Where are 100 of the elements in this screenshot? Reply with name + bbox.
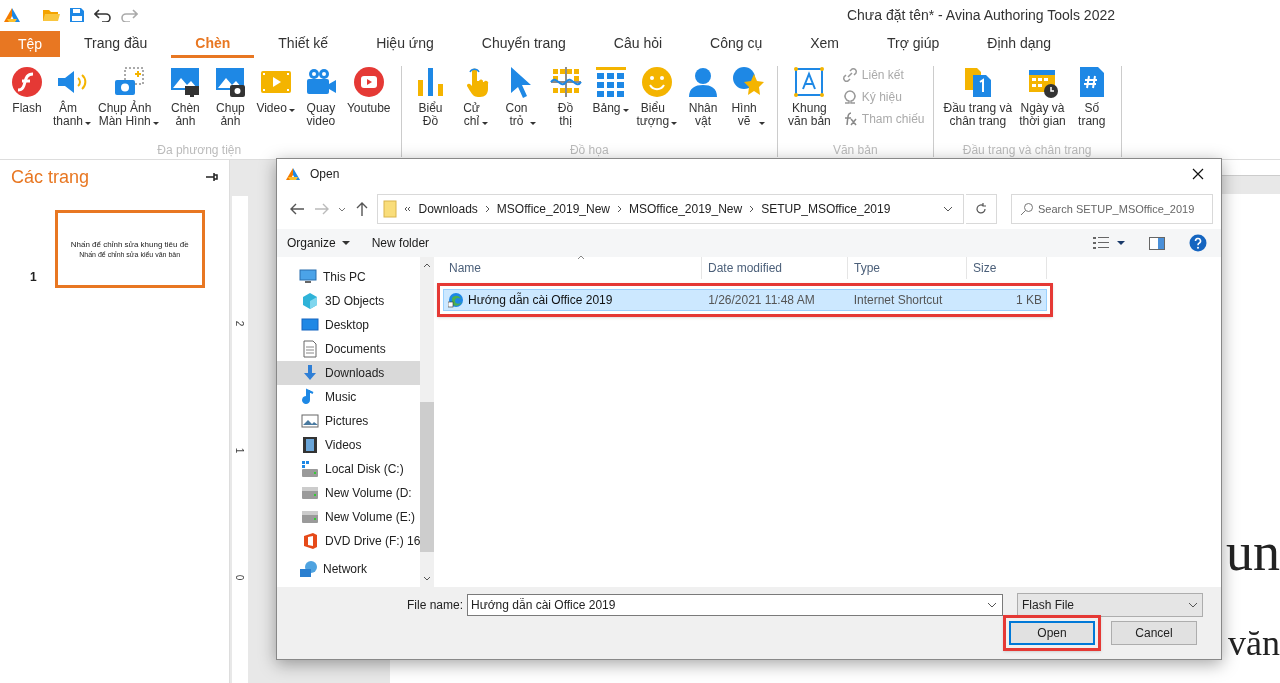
nav-item[interactable]: Downloads <box>277 361 421 385</box>
ribbon-button[interactable]: Cử chỉ <box>454 66 497 128</box>
address-bar[interactable]: Downloads MSOffice_2019_New MSOffice_2019_New SETUP_MSOffice_2019 <box>377 194 965 224</box>
ribbon-button[interactable]: Chụp Ảnh Màn Hình <box>96 66 162 128</box>
nav-item[interactable]: Documents <box>277 337 421 361</box>
nav-item[interactable]: DVD Drive (F:) 16 <box>277 529 421 553</box>
ribbon-tab[interactable]: Câu hỏi <box>589 31 687 58</box>
ribbon-button[interactable]: Flash <box>6 66 48 115</box>
column-header[interactable]: Size <box>967 257 1047 279</box>
ribbon-tab[interactable]: Xem <box>786 31 864 58</box>
ribbon-button[interactable]: Âm thanh <box>51 66 94 128</box>
ribbon-button[interactable]: Ngày và thời gian <box>1017 66 1068 128</box>
ribbon-tab[interactable]: Hiệu ứng <box>352 31 458 58</box>
scrollbar[interactable] <box>420 257 435 587</box>
drive-icon <box>301 484 319 502</box>
column-header[interactable]: Name <box>443 257 702 279</box>
ribbon-tab[interactable]: Chuyển trang <box>457 31 590 58</box>
nav-item[interactable]: Videos <box>277 433 421 457</box>
ribbon-button[interactable]: Video <box>254 66 297 115</box>
ribbon-button[interactable]: Số trang <box>1070 66 1113 128</box>
monitor-icon <box>299 268 317 286</box>
group-label: Đồ họa <box>568 142 610 157</box>
folder-icon <box>383 200 398 218</box>
ribbon-button[interactable]: Biểu tượng <box>634 66 680 128</box>
toolbar-button[interactable]: Organize <box>287 234 350 252</box>
ribbon-tab[interactable]: Trợ giúp <box>863 31 964 58</box>
help-icon <box>1189 234 1207 252</box>
scroll-down-icon[interactable] <box>423 576 432 581</box>
nav-item[interactable]: Desktop <box>277 313 421 337</box>
ribbon-button[interactable]: Quay video <box>299 66 342 128</box>
slide-number: 1 <box>30 269 37 286</box>
document-icon <box>301 340 319 358</box>
breadcrumb-item[interactable]: MSOffice_2019_New <box>629 200 743 218</box>
ribbon-button[interactable]: Con trỏ <box>499 66 542 128</box>
nav-item[interactable]: This PC <box>277 265 421 289</box>
ribbon-button[interactable]: Khung văn bản <box>786 66 833 128</box>
landscape-icon <box>301 412 319 430</box>
file-row[interactable]: Hướng dẫn cài Office 2019 1/26/2021 11:48 AM Internet Shortcut 1 KB <box>437 283 1053 317</box>
ribbon-button[interactable]: Nhân vật <box>682 66 725 128</box>
sort-caret-icon <box>577 255 585 259</box>
table-grid-icon <box>594 66 627 98</box>
list-view-icon <box>1093 237 1109 249</box>
file-type-dropdown[interactable]: Flash File <box>1017 593 1203 617</box>
pin-icon <box>206 173 218 181</box>
ribbon-tab[interactable]: Thiết kế <box>254 31 353 58</box>
ribbon-tab[interactable]: Công cụ <box>686 31 787 58</box>
column-header[interactable]: Type <box>848 257 967 279</box>
camera-selection-icon <box>112 66 145 98</box>
forward-arrow-icon <box>314 203 329 215</box>
scroll-up-icon[interactable] <box>423 263 432 268</box>
ribbon-button[interactable]: Đồ thị <box>544 66 587 128</box>
back-arrow-icon <box>289 203 304 215</box>
ribbon-button[interactable]: Chèn ảnh <box>164 66 207 128</box>
nav-item[interactable]: Pictures <box>277 409 421 433</box>
ribbon-button[interactable]: Đầu trang và chân trang <box>941 66 1015 128</box>
dialog-button[interactable]: Cancel <box>1111 621 1197 645</box>
nav-item[interactable]: 3D Objects <box>277 289 421 313</box>
smiley-icon <box>640 66 673 98</box>
group-label: Đầu trang và chân trang <box>961 142 1093 157</box>
chevron-right-icon <box>484 205 490 213</box>
ribbon-button[interactable]: Hình vẽ <box>727 66 770 128</box>
breadcrumb-item[interactable]: Downloads <box>418 200 478 218</box>
graph-icon <box>549 66 582 98</box>
ribbon-tab[interactable]: Định dạng <box>963 31 1076 58</box>
chevron-down-icon <box>337 206 346 212</box>
refresh-icon <box>975 203 988 215</box>
column-header[interactable]: Date modified <box>702 257 848 279</box>
window-title: Chưa đặt tên* - Avina Authoring Tools 2022 <box>846 5 1115 25</box>
search-field[interactable]: Search SETUP_MSOffice_2019 <box>1011 194 1213 224</box>
ribbon-tab[interactable]: Trang đầu <box>60 31 172 58</box>
toolbar-button[interactable]: New folder <box>371 234 430 252</box>
file-name-field[interactable]: Hướng dẫn cài Office 2019 <box>467 594 1004 616</box>
ruler-number: 0 <box>233 574 247 581</box>
dialog-button[interactable]: Open <box>1009 621 1095 645</box>
view-options-button[interactable] <box>1093 237 1125 249</box>
shapes-icon <box>732 66 765 98</box>
ribbon-button[interactable]: Chụp ảnh <box>209 66 252 128</box>
dropdown-chevron-icon[interactable] <box>987 602 998 608</box>
help-button[interactable] <box>1189 234 1207 252</box>
double-chevron-icon <box>404 206 412 212</box>
preview-pane-button[interactable] <box>1149 236 1165 250</box>
ribbon-button[interactable]: Biểu Đồ <box>409 66 452 128</box>
app-logo-icon <box>3 7 21 23</box>
slide-title-text: un <box>1226 522 1280 582</box>
nav-item[interactable]: Local Disk (C:) <box>277 457 421 481</box>
breadcrumb-item[interactable]: SETUP_MSOffice_2019 <box>761 200 891 218</box>
refresh-button[interactable] <box>966 194 997 224</box>
dialog-title: Open <box>310 166 340 183</box>
ribbon-button[interactable]: Bảng <box>589 66 632 115</box>
nav-item[interactable]: New Volume (E:) <box>277 505 421 529</box>
nav-item[interactable]: New Volume (D: <box>277 481 421 505</box>
globe-monitor-icon <box>299 560 317 578</box>
type-cell-text: Internet Shortcut <box>852 292 944 309</box>
nav-item[interactable]: Network <box>277 557 421 581</box>
download-arrow-icon <box>301 364 319 382</box>
ribbon-button[interactable]: Youtube <box>344 66 393 115</box>
nav-item[interactable]: Music <box>277 385 421 409</box>
breadcrumb-item[interactable]: MSOffice_2019_New <box>496 200 611 218</box>
search-icon <box>1020 202 1034 216</box>
file-name-cell: Hướng dẫn cài Office 2019 <box>444 291 703 309</box>
